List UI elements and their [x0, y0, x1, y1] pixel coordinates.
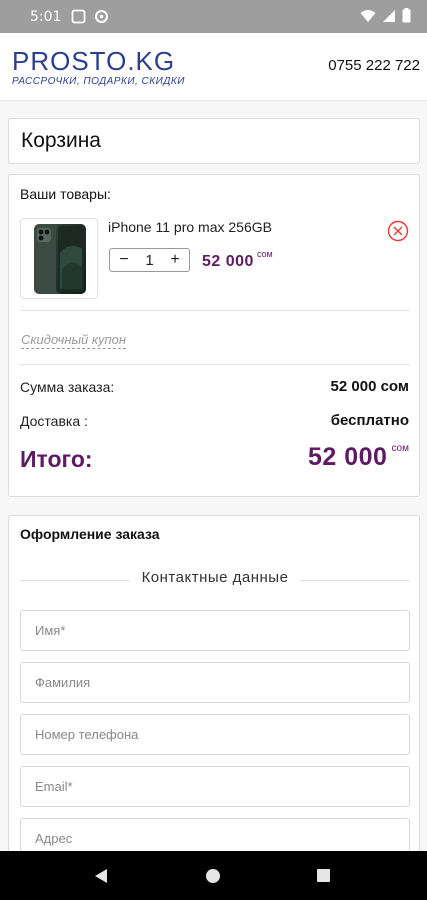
- app-header: PROSTO.KG РАССРОЧКИ, ПОДАРКИ, СКИДКИ 075…: [0, 33, 427, 101]
- delivery-value: бесплатно: [330, 412, 409, 429]
- phone-input[interactable]: [20, 714, 410, 755]
- signal-icon: [383, 9, 395, 22]
- recent-apps-icon[interactable]: [317, 869, 330, 882]
- increase-quantity-button[interactable]: +: [168, 250, 182, 270]
- decrease-quantity-button[interactable]: −: [117, 250, 131, 270]
- cart-title-card: Корзина: [8, 118, 420, 164]
- system-nav-bar: [0, 851, 427, 900]
- email-input[interactable]: [20, 766, 410, 807]
- product-price-value: 52 000: [202, 253, 254, 270]
- items-label: Ваши товары:: [20, 186, 111, 202]
- checkout-title: Оформление заказа: [20, 526, 160, 542]
- address-input[interactable]: [20, 818, 410, 851]
- total-label: Итого:: [20, 446, 93, 472]
- divider: [20, 310, 410, 311]
- coupon-link[interactable]: Скидочный купон: [21, 332, 127, 349]
- battery-icon: [402, 8, 411, 23]
- delivery-label: Доставка :: [20, 413, 88, 429]
- phone-link[interactable]: 0755 222 722: [328, 57, 420, 74]
- first-name-input[interactable]: [20, 610, 410, 651]
- last-name-input[interactable]: [20, 662, 410, 703]
- quantity-stepper: − 1 +: [109, 248, 190, 272]
- logo[interactable]: PROSTO.KG РАССРОЧКИ, ПОДАРКИ, СКИДКИ: [12, 47, 185, 87]
- total-currency: сом: [391, 443, 409, 454]
- divider: [20, 364, 410, 365]
- product-price: 52 000 сом: [202, 249, 273, 271]
- wifi-icon: [360, 9, 376, 22]
- checkout-card: Оформление заказа Контактные данные: [8, 515, 420, 851]
- contact-section-label: Контактные данные: [129, 569, 301, 586]
- product-name[interactable]: iPhone 11 pro max 256GB: [108, 219, 272, 235]
- status-time: 5:01: [30, 8, 62, 25]
- total-value: 52 000 сом: [308, 443, 409, 472]
- cart-items-card: Ваши товары: iPhone 11 pro max 256GB − 1…: [8, 174, 420, 497]
- data-saver-icon: [95, 10, 109, 23]
- page-content: Корзина Ваши товары: iPhone 11 pro max 2…: [0, 101, 427, 851]
- logo-tagline: РАССРОЧКИ, ПОДАРКИ, СКИДКИ: [12, 76, 185, 87]
- quantity-value[interactable]: 1: [145, 252, 153, 269]
- contact-section-title: Контактные данные: [9, 569, 421, 586]
- status-bar: 5:01: [0, 0, 427, 33]
- total-amount: 52 000: [307, 443, 388, 471]
- home-icon[interactable]: [206, 869, 220, 883]
- iphone-image: [34, 224, 86, 294]
- page-title: Корзина: [21, 129, 101, 152]
- order-sum-label: Сумма заказа:: [20, 379, 115, 395]
- notification-icon: [72, 9, 86, 24]
- back-icon[interactable]: [94, 868, 108, 884]
- product-price-currency: сом: [256, 249, 273, 259]
- logo-text: PROSTO.KG: [12, 46, 176, 76]
- product-thumbnail[interactable]: [20, 218, 98, 299]
- order-sum-value: 52 000 сом: [330, 378, 409, 395]
- remove-item-icon[interactable]: [387, 220, 409, 242]
